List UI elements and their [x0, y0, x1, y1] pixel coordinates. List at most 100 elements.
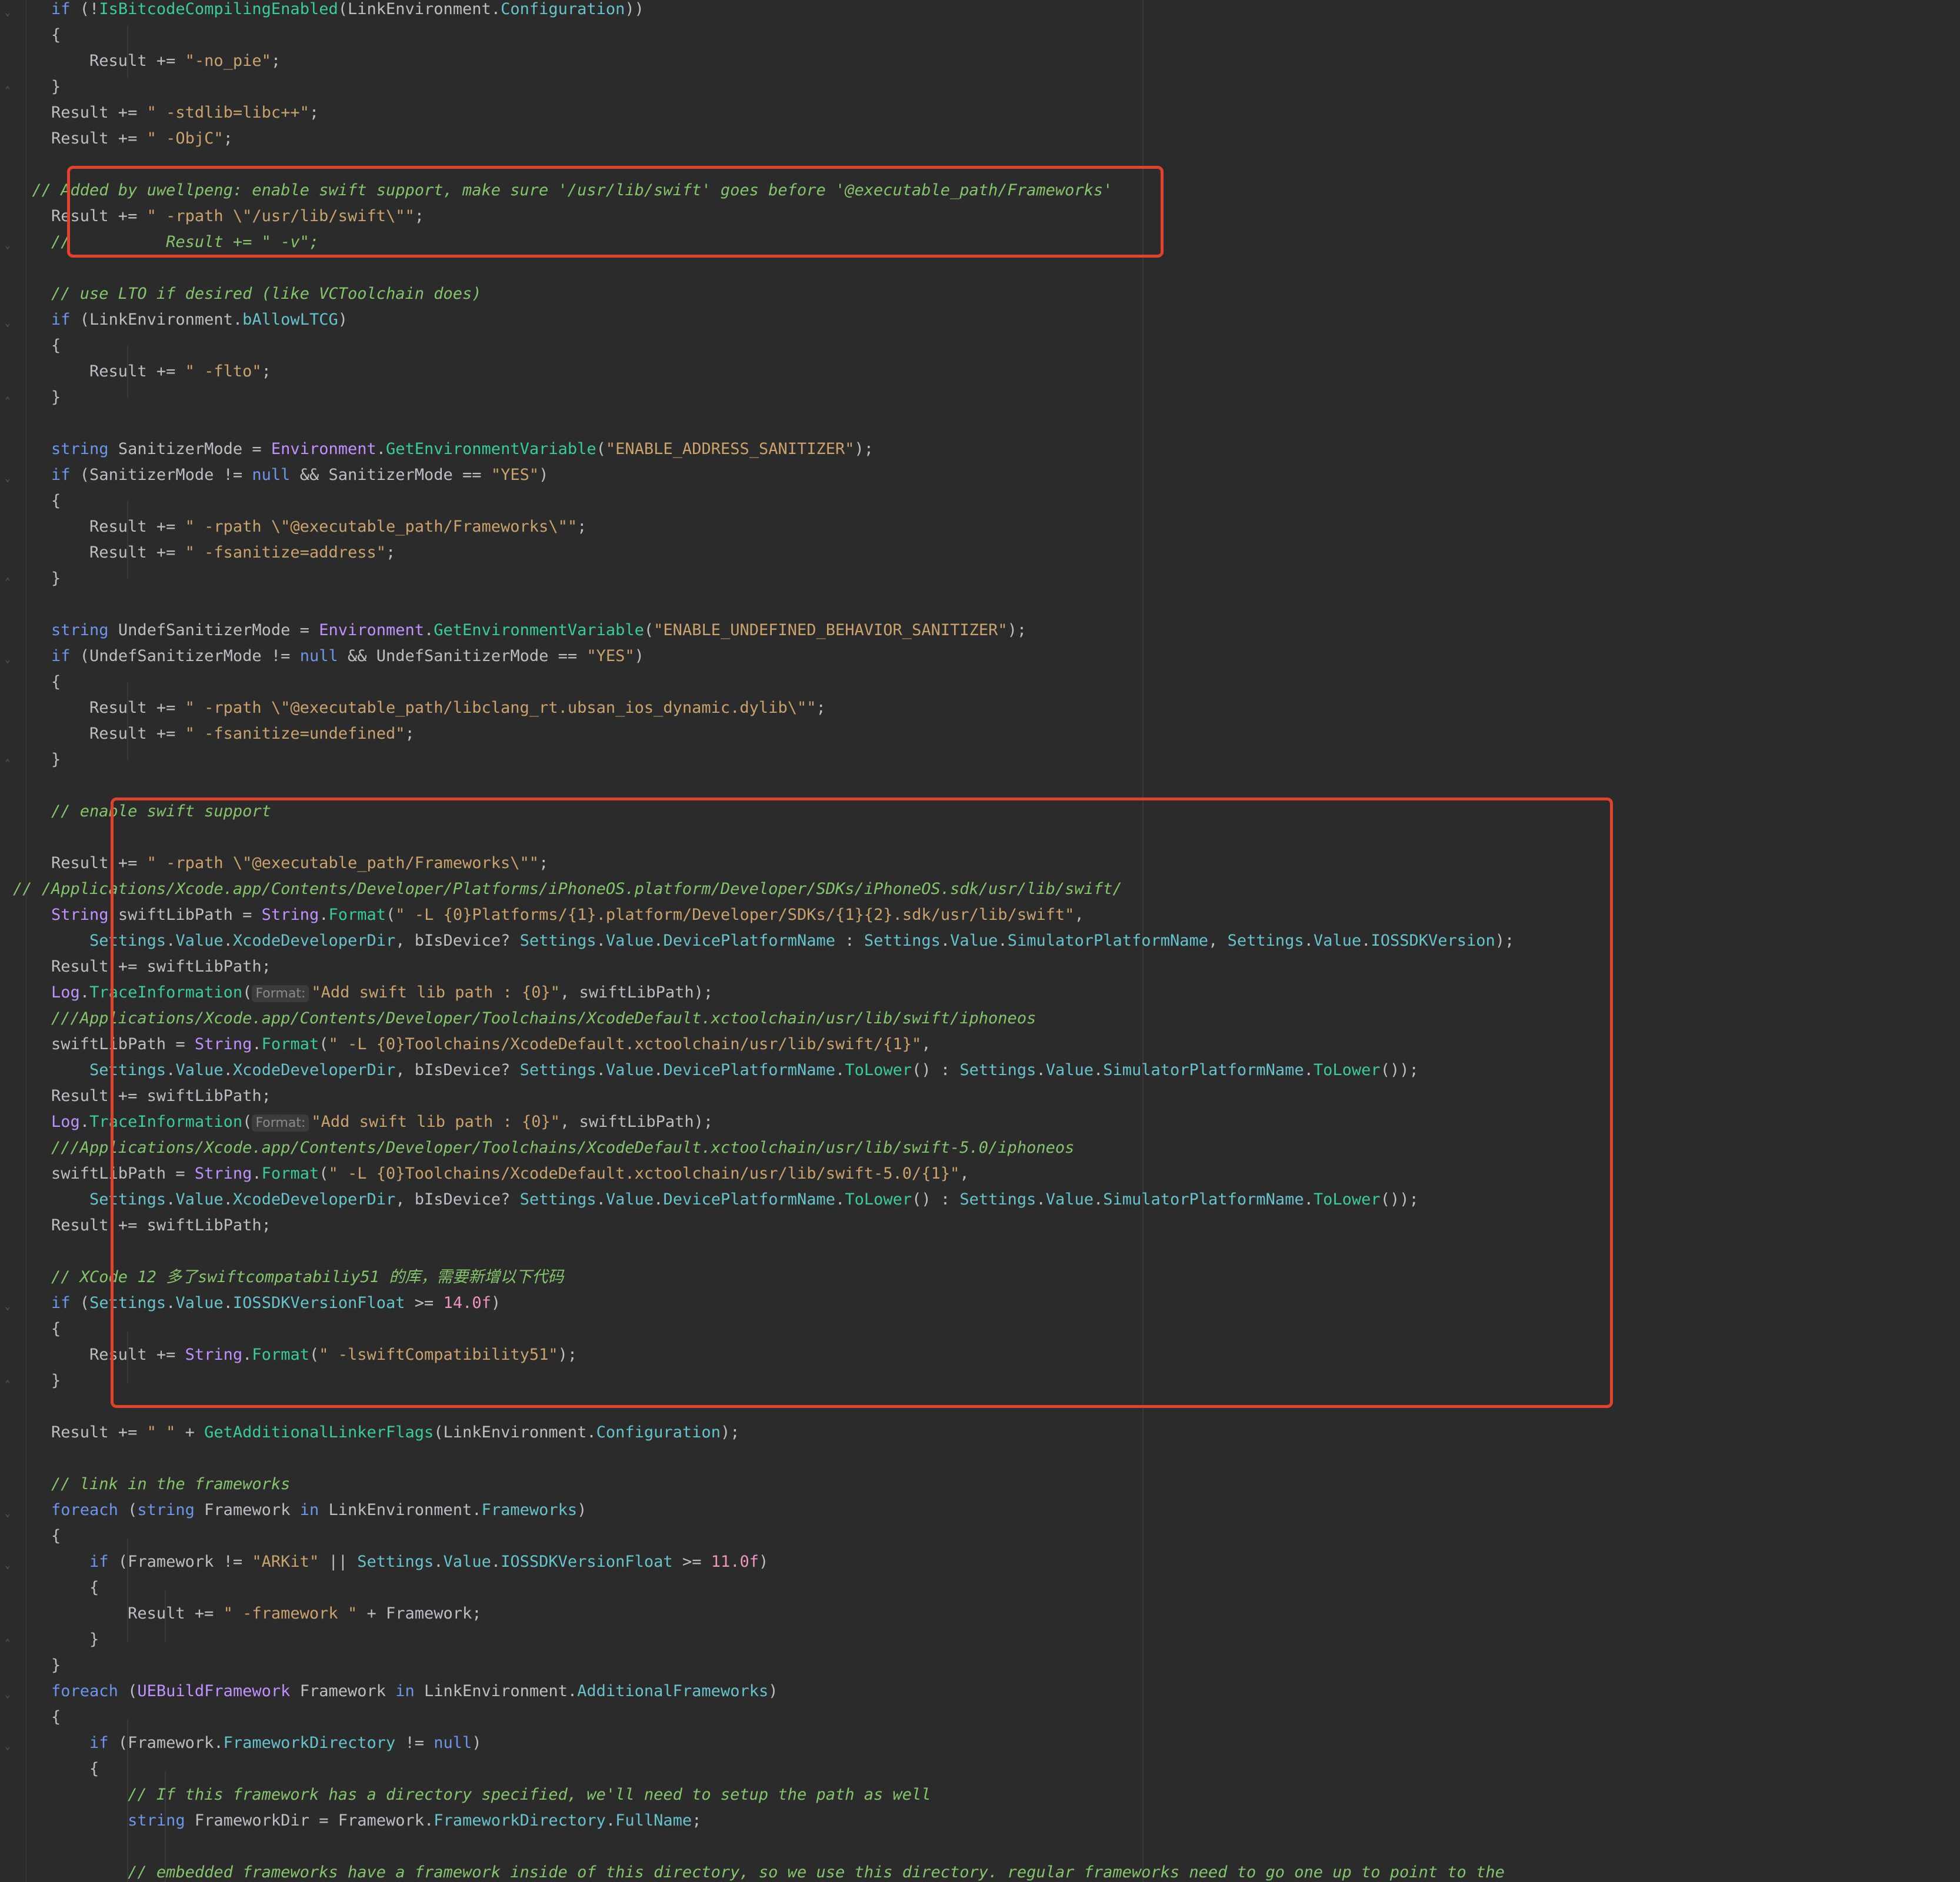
- code-line[interactable]: string SanitizerMode = Environment.GetEn…: [13, 436, 874, 462]
- code-token: 11.0f: [711, 1553, 759, 1571]
- code-line[interactable]: // link in the frameworks: [13, 1471, 290, 1497]
- code-token: (Framework !=: [108, 1553, 252, 1571]
- code-line[interactable]: // If this framework has a directory spe…: [13, 1782, 931, 1808]
- code-token: " ": [146, 1423, 176, 1441]
- code-token: foreach: [51, 1682, 118, 1700]
- code-token: "YES": [586, 647, 635, 665]
- code-token: GetEnvironmentVariable: [434, 621, 644, 639]
- code-line[interactable]: foreach (UEBuildFramework Framework in L…: [13, 1679, 778, 1704]
- code-line[interactable]: }: [13, 74, 61, 100]
- code-line[interactable]: {: [13, 488, 61, 514]
- fold-marker-icon[interactable]: ⌄: [4, 1741, 12, 1751]
- code-token: }: [13, 1630, 99, 1649]
- code-line[interactable]: Result += " -ObjC";: [13, 126, 233, 152]
- code-token: Frameworks: [481, 1501, 578, 1519]
- code-token: LinkEnvironment.: [319, 1501, 482, 1519]
- fold-marker-icon[interactable]: ⌄: [4, 318, 12, 328]
- code-token: (SanitizerMode !=: [70, 466, 252, 484]
- code-token: null: [434, 1734, 472, 1752]
- code-line[interactable]: }: [13, 566, 61, 592]
- code-token: if: [51, 1294, 71, 1312]
- code-token: {: [13, 1708, 61, 1726]
- code-line[interactable]: Result += " -rpath \"@executable_path/Fr…: [13, 514, 586, 540]
- fold-marker-icon[interactable]: ⌄: [4, 1301, 12, 1312]
- code-token: Result +=: [13, 543, 185, 562]
- code-line[interactable]: if (Framework.FrameworkDirectory != null…: [13, 1730, 482, 1756]
- code-line[interactable]: }: [13, 1368, 61, 1394]
- code-token: Result +=: [13, 1604, 224, 1623]
- code-line[interactable]: }: [13, 385, 61, 411]
- fold-marker-icon[interactable]: ⌄: [4, 473, 12, 483]
- fold-marker-icon[interactable]: ⌄: [4, 1689, 12, 1700]
- highlight-box-swift-support: [111, 797, 1613, 1408]
- fold-marker-icon[interactable]: ⌃: [4, 576, 12, 587]
- code-line[interactable]: }: [13, 1627, 99, 1653]
- code-token: // use LTO if desired (like VCToolchain …: [13, 285, 482, 303]
- code-line[interactable]: {: [13, 669, 61, 695]
- code-token: Value: [443, 1553, 491, 1571]
- code-token: Configuration: [501, 0, 625, 18]
- code-line[interactable]: {: [13, 333, 61, 359]
- fold-marker-icon[interactable]: ⌃: [4, 85, 12, 95]
- code-token: "ENABLE_UNDEFINED_BEHAVIOR_SANITIZER": [654, 621, 1008, 639]
- code-line[interactable]: Result += " -stdlib=libc++";: [13, 100, 319, 126]
- code-line[interactable]: {: [13, 1704, 61, 1730]
- code-line[interactable]: string UndefSanitizerMode = Environment.…: [13, 618, 1026, 643]
- code-line[interactable]: }: [13, 1653, 61, 1679]
- code-line[interactable]: Result += " -fsanitize=undefined";: [13, 721, 415, 747]
- code-line[interactable]: Result += "-no_pie";: [13, 48, 281, 74]
- code-token: Result +=: [13, 699, 185, 717]
- code-token: if: [89, 1734, 109, 1752]
- fold-marker-icon[interactable]: ⌃: [4, 1637, 12, 1648]
- code-line[interactable]: if (UndefSanitizerMode != null && UndefS…: [13, 643, 644, 669]
- code-token: .: [376, 440, 386, 458]
- code-token: GetAdditionalLinkerFlags: [204, 1423, 434, 1441]
- code-token: Configuration: [596, 1423, 721, 1441]
- code-line[interactable]: if (LinkEnvironment.bAllowLTCG): [13, 307, 348, 333]
- code-line[interactable]: {: [13, 1316, 61, 1342]
- fold-marker-icon[interactable]: ⌄: [4, 1508, 12, 1519]
- code-line[interactable]: {: [13, 1523, 61, 1549]
- code-line[interactable]: {: [13, 1575, 99, 1601]
- code-line[interactable]: // embedded frameworks have a framework …: [13, 1860, 1505, 1882]
- code-token: GetEnvironmentVariable: [386, 440, 596, 458]
- code-line[interactable]: Result += " -rpath \"@executable_path/li…: [13, 695, 826, 721]
- code-token: }: [13, 569, 61, 588]
- code-token: {: [13, 1320, 61, 1338]
- code-token: {: [13, 336, 61, 355]
- fold-marker-icon[interactable]: ⌄: [4, 654, 12, 665]
- code-line[interactable]: Result += " -framework " + Framework;: [13, 1601, 481, 1627]
- code-token: in: [395, 1682, 415, 1700]
- code-token: Result +=: [13, 362, 185, 381]
- code-line[interactable]: // use LTO if desired (like VCToolchain …: [13, 281, 482, 307]
- code-token: );: [1007, 621, 1027, 639]
- fold-marker-icon[interactable]: ⌃: [4, 1379, 12, 1389]
- code-token: }: [13, 1656, 61, 1674]
- fold-marker-icon[interactable]: ⌃: [4, 758, 12, 768]
- fold-marker-icon[interactable]: ⌄: [4, 1560, 12, 1570]
- code-token: && UndefSanitizerMode ==: [338, 647, 587, 665]
- code-line[interactable]: {: [13, 22, 61, 48]
- code-line[interactable]: Result += " -flto";: [13, 359, 271, 385]
- code-line[interactable]: if (Framework != "ARKit" || Settings.Val…: [13, 1549, 768, 1575]
- code-token: ;: [692, 1811, 702, 1830]
- code-line[interactable]: Result += " -fsanitize=address";: [13, 540, 395, 566]
- code-line[interactable]: foreach (string Framework in LinkEnviron…: [13, 1497, 586, 1523]
- code-editor[interactable]: ⌄ ⌃ ⌄ ⌄ ⌃ ⌄ ⌃ ⌄ ⌃ ⌄ ⌃ ⌄ ⌄ ⌃ ⌄ ⌄ if (!IsB…: [0, 0, 1960, 1882]
- code-line[interactable]: if (!IsBitcodeCompilingEnabled(LinkEnvir…: [13, 0, 644, 22]
- code-token: LinkEnvironment.: [414, 1682, 578, 1700]
- fold-marker-icon[interactable]: ⌄: [4, 240, 12, 251]
- fold-marker-icon[interactable]: ⌄: [4, 7, 12, 18]
- code-line[interactable]: if (SanitizerMode != null && SanitizerMo…: [13, 462, 548, 488]
- code-line[interactable]: Result += " " + GetAdditionalLinkerFlags…: [13, 1420, 739, 1446]
- code-line[interactable]: }: [13, 747, 61, 773]
- fold-marker-icon[interactable]: ⌃: [4, 395, 12, 406]
- code-line[interactable]: {: [13, 1756, 99, 1782]
- code-token: ;: [223, 129, 233, 148]
- code-line[interactable]: string FrameworkDir = Framework.Framewor…: [13, 1808, 701, 1834]
